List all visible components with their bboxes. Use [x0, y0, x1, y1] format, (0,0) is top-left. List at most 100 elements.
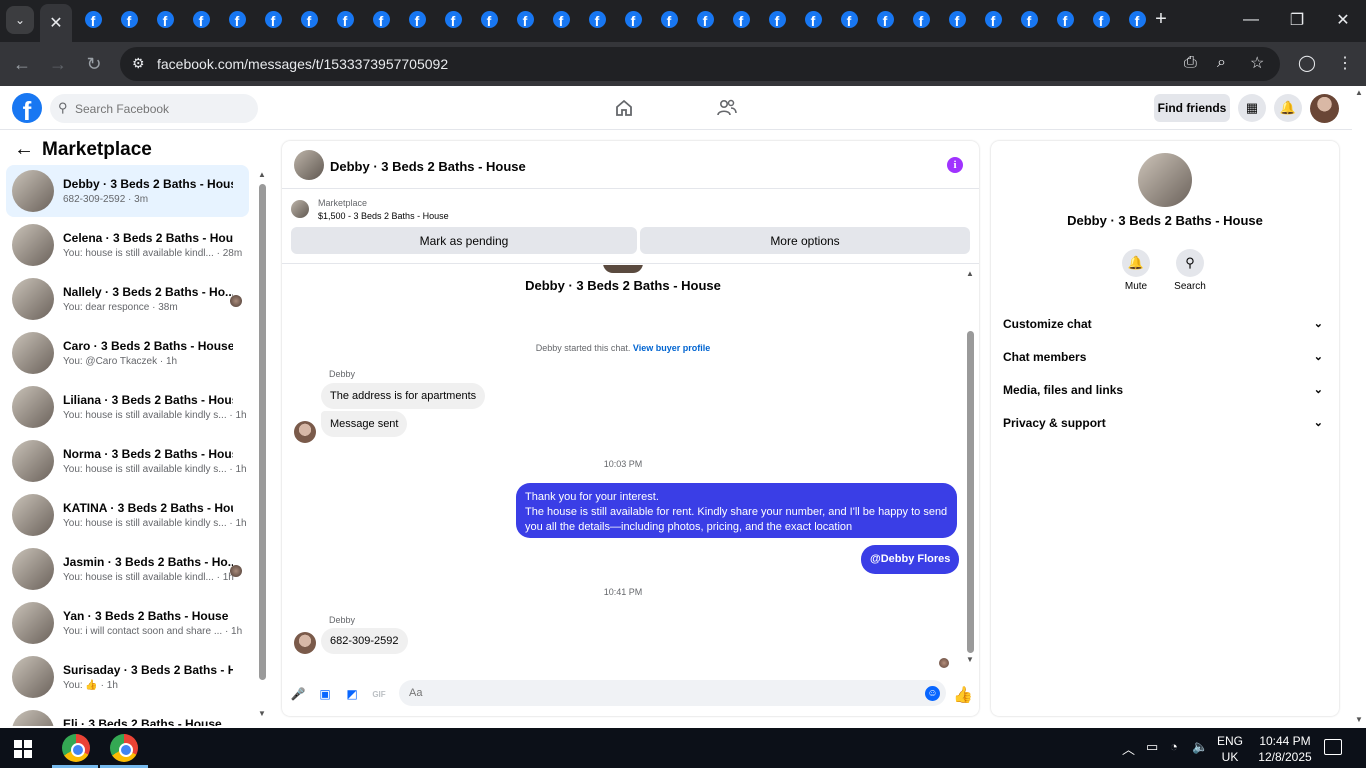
browser-tab[interactable]: f: [982, 8, 1004, 30]
chrome-icon[interactable]: [62, 734, 90, 762]
thumbs-up-icon[interactable]: 👍: [953, 685, 973, 705]
browser-tab[interactable]: f: [802, 8, 824, 30]
home-nav[interactable]: [610, 96, 638, 120]
notification-center-icon[interactable]: [1324, 739, 1342, 755]
back-arrow-icon[interactable]: ←: [14, 138, 34, 161]
outgoing-message[interactable]: Thank you for your interest. The house i…: [516, 483, 957, 538]
forward-button[interactable]: →: [44, 50, 72, 78]
reload-button[interactable]: ↻: [80, 50, 108, 78]
conversation-item[interactable]: Jasmin · 3 Beds 2 Baths - Ho... You: hous…: [6, 543, 249, 595]
browser-tab[interactable]: f: [586, 8, 608, 30]
conversation-item[interactable]: Norma · 3 Beds 2 Baths - House You: house…: [6, 435, 249, 487]
browser-tab[interactable]: f: [82, 8, 104, 30]
system-clock[interactable]: 10:44 PM 12/8/2025: [1252, 733, 1318, 765]
menu-grid-button[interactable]: ▦: [1238, 94, 1266, 122]
browser-tab[interactable]: f: [838, 8, 860, 30]
conversation-item[interactable]: Surisaday · 3 Beds 2 Baths - Ho... You: 👍…: [6, 651, 249, 703]
sender-avatar[interactable]: [294, 632, 316, 654]
browser-tab[interactable]: f: [658, 8, 680, 30]
facebook-search[interactable]: ⚲: [50, 94, 258, 123]
scroll-up-icon[interactable]: ▲: [258, 170, 266, 179]
browser-tab[interactable]: f: [622, 8, 644, 30]
browser-tab[interactable]: f: [694, 8, 716, 30]
profile-icon[interactable]: ◯: [1298, 53, 1316, 73]
emoji-icon[interactable]: ☺: [925, 686, 940, 701]
chrome-icon[interactable]: [110, 734, 138, 762]
browser-tab[interactable]: f: [874, 8, 896, 30]
microphone-icon[interactable]: 🎤: [290, 686, 306, 702]
facebook-logo[interactable]: f: [12, 93, 42, 123]
mark-as-pending-button[interactable]: Mark as pending: [291, 227, 637, 254]
window-close-button[interactable]: ✕: [1320, 0, 1366, 40]
more-options-button[interactable]: More options: [640, 227, 970, 254]
conversation-item[interactable]: Debby · 3 Beds 2 Baths - House 682-309-25…: [6, 165, 249, 217]
address-bar[interactable]: ⚙ facebook.com/messages/t/15333739577050…: [120, 47, 1280, 81]
browser-tab[interactable]: f: [730, 8, 752, 30]
thread-scrollbar[interactable]: ▲ ▼: [965, 265, 977, 670]
browser-tab[interactable]: f: [298, 8, 320, 30]
info-section-row[interactable]: Customize chat ⌄: [1003, 317, 1329, 337]
chat-avatar[interactable]: [294, 150, 324, 180]
browser-tab[interactable]: f: [334, 8, 356, 30]
sticker-icon[interactable]: ◩: [344, 686, 360, 702]
listing-title[interactable]: $1,500 - 3 Beds 2 Baths - House: [318, 211, 449, 221]
browser-tab[interactable]: f: [226, 8, 248, 30]
install-app-icon[interactable]: ⎙: [1184, 54, 1197, 72]
tab-search-button[interactable]: ⌄: [0, 0, 40, 40]
contact-avatar[interactable]: [1138, 153, 1192, 207]
browser-tab[interactable]: f: [766, 8, 788, 30]
volume-icon[interactable]: 🔈: [1192, 739, 1208, 755]
incoming-message[interactable]: The address is for apartments: [321, 383, 486, 409]
browser-tab[interactable]: f: [550, 8, 572, 30]
windows-start-icon[interactable]: [14, 740, 32, 758]
incoming-message[interactable]: 682-309-2592: [321, 628, 408, 654]
find-friends-button[interactable]: Find friends: [1154, 94, 1230, 122]
info-section-row[interactable]: Chat members ⌄: [1003, 350, 1329, 370]
browser-tab[interactable]: f: [262, 8, 284, 30]
language-indicator[interactable]: ENG UK: [1213, 733, 1247, 765]
conversation-item[interactable]: KATINA · 3 Beds 2 Baths - House You: hous…: [6, 489, 249, 541]
scroll-up-icon[interactable]: ▲: [1355, 88, 1363, 97]
mute-button[interactable]: 🔔 Mute: [1116, 249, 1156, 292]
scroll-up-icon[interactable]: ▲: [966, 269, 974, 278]
friends-nav[interactable]: [713, 96, 741, 120]
conversation-item[interactable]: Eli · 3 Beds 2 Baths - House: [6, 705, 249, 726]
notifications-button[interactable]: 🔔: [1274, 94, 1302, 122]
browser-tab[interactable]: f: [478, 8, 500, 30]
browser-tab[interactable]: f: [154, 8, 176, 30]
conversation-item[interactable]: Nallely · 3 Beds 2 Baths - Ho... You: dea…: [6, 273, 249, 325]
listing-thumbnail[interactable]: [291, 200, 309, 218]
browser-tab[interactable]: f: [190, 8, 212, 30]
new-tab-button[interactable]: +: [1150, 8, 1172, 31]
browser-tab[interactable]: f: [946, 8, 968, 30]
scrollbar-thumb[interactable]: [259, 184, 266, 680]
conversation-item[interactable]: Liliana · 3 Beds 2 Baths - House You: hou…: [6, 381, 249, 433]
gif-icon[interactable]: GIF: [371, 686, 387, 702]
photo-icon[interactable]: ▣: [317, 686, 333, 702]
zoom-icon[interactable]: ⌕: [1217, 54, 1226, 72]
browser-tab[interactable]: f: [406, 8, 428, 30]
browser-tab[interactable]: f: [118, 8, 140, 30]
search-input[interactable]: [75, 94, 253, 123]
chat-title[interactable]: Debby · 3 Beds 2 Baths - House: [330, 159, 526, 174]
url-text[interactable]: facebook.com/messages/t/1533373957705092: [157, 56, 448, 72]
info-icon[interactable]: i: [947, 157, 963, 173]
conversation-scrollbar[interactable]: ▲ ▼: [256, 170, 268, 720]
menu-kebab-icon[interactable]: ⋮: [1337, 53, 1353, 73]
close-icon[interactable]: ✕: [49, 13, 62, 33]
info-section-row[interactable]: Privacy & support ⌄: [1003, 416, 1329, 436]
account-avatar[interactable]: [1310, 94, 1339, 123]
view-buyer-profile-link[interactable]: View buyer profile: [633, 343, 710, 353]
browser-tab[interactable]: f: [442, 8, 464, 30]
browser-tab[interactable]: f: [1054, 8, 1076, 30]
battery-icon[interactable]: ▭: [1146, 739, 1158, 755]
incoming-message[interactable]: Message sent: [321, 411, 408, 437]
outgoing-mention[interactable]: @Debby Flores: [861, 545, 960, 574]
conversation-item[interactable]: Caro · 3 Beds 2 Baths - House You: @Caro …: [6, 327, 249, 379]
scroll-down-icon[interactable]: ▼: [1355, 715, 1363, 724]
sender-avatar[interactable]: [294, 421, 316, 443]
minimize-button[interactable]: —: [1228, 0, 1274, 40]
scroll-down-icon[interactable]: ▼: [966, 655, 974, 664]
conversation-item[interactable]: Yan · 3 Beds 2 Baths - House You: i will …: [6, 597, 249, 649]
site-info-icon[interactable]: ⚙: [132, 55, 145, 72]
